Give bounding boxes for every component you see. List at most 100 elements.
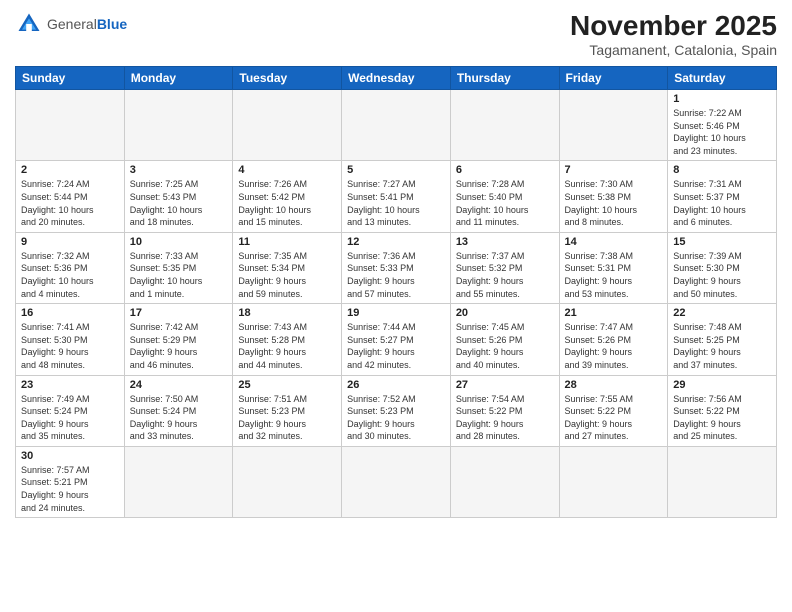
weekday-header-row: Sunday Monday Tuesday Wednesday Thursday… (16, 67, 777, 90)
calendar-cell (16, 90, 125, 161)
day-number: 27 (456, 379, 554, 391)
calendar-cell (450, 446, 559, 517)
calendar-cell: 9Sunrise: 7:32 AM Sunset: 5:36 PM Daylig… (16, 232, 125, 303)
day-info: Sunrise: 7:32 AM Sunset: 5:36 PM Dayligh… (21, 250, 119, 300)
calendar-cell (342, 446, 451, 517)
calendar-week-row: 1 Sunrise: 7:22 AM Sunset: 5:46 PM Daylig… (16, 90, 777, 161)
day-info: Sunrise: 7:48 AM Sunset: 5:25 PM Dayligh… (673, 321, 771, 371)
day-info: Sunrise: 7:35 AM Sunset: 5:34 PM Dayligh… (238, 250, 336, 300)
calendar-cell: 7 Sunrise: 7:30 AM Sunset: 5:38 PM Daylig… (559, 161, 668, 232)
day-info: Sunrise: 7:37 AM Sunset: 5:32 PM Dayligh… (456, 250, 554, 300)
logo-blue-text: Blue (97, 16, 127, 32)
header-tuesday: Tuesday (233, 67, 342, 90)
day-info: Sunrise: 7:22 AM Sunset: 5:46 PM Dayligh… (673, 107, 771, 157)
page: GeneralBlue November 2025 Tagamanent, Ca… (0, 0, 792, 612)
day-info: Sunrise: 7:44 AM Sunset: 5:27 PM Dayligh… (347, 321, 445, 371)
day-number: 7 (565, 164, 663, 176)
day-info: Sunrise: 7:30 AM Sunset: 5:38 PM Dayligh… (565, 178, 663, 228)
day-info: Sunrise: 7:54 AM Sunset: 5:22 PM Dayligh… (456, 393, 554, 443)
logo-general: GeneralBlue (47, 16, 127, 33)
day-number: 4 (238, 164, 336, 176)
day-info: Sunrise: 7:28 AM Sunset: 5:40 PM Dayligh… (456, 178, 554, 228)
calendar-week-row: 23 Sunrise: 7:49 AM Sunset: 5:24 PM Dayli… (16, 375, 777, 446)
calendar-cell (342, 90, 451, 161)
day-number: 10 (130, 236, 228, 248)
day-info: Sunrise: 7:42 AM Sunset: 5:29 PM Dayligh… (130, 321, 228, 371)
day-info: Sunrise: 7:31 AM Sunset: 5:37 PM Dayligh… (673, 178, 771, 228)
calendar-cell (124, 446, 233, 517)
calendar-cell (450, 90, 559, 161)
calendar-cell (559, 446, 668, 517)
day-info: Sunrise: 7:52 AM Sunset: 5:23 PM Dayligh… (347, 393, 445, 443)
calendar-cell: 26Sunrise: 7:52 AM Sunset: 5:23 PM Dayli… (342, 375, 451, 446)
day-info: Sunrise: 7:24 AM Sunset: 5:44 PM Dayligh… (21, 178, 119, 228)
calendar-cell: 15 Sunrise: 7:39 AM Sunset: 5:30 PM Dayli… (668, 232, 777, 303)
calendar-cell: 28Sunrise: 7:55 AM Sunset: 5:22 PM Dayli… (559, 375, 668, 446)
header-friday: Friday (559, 67, 668, 90)
month-title: November 2025 (570, 10, 777, 42)
calendar-cell: 19 Sunrise: 7:44 AM Sunset: 5:27 PM Dayli… (342, 304, 451, 375)
header-sunday: Sunday (16, 67, 125, 90)
calendar-cell (559, 90, 668, 161)
day-info: Sunrise: 7:41 AM Sunset: 5:30 PM Dayligh… (21, 321, 119, 371)
calendar-cell: 4 Sunrise: 7:26 AM Sunset: 5:42 PM Daylig… (233, 161, 342, 232)
day-number: 8 (673, 164, 771, 176)
logo-icon (15, 10, 43, 38)
calendar-cell: 25 Sunrise: 7:51 AM Sunset: 5:23 PM Dayli… (233, 375, 342, 446)
day-number: 21 (565, 307, 663, 319)
header-wednesday: Wednesday (342, 67, 451, 90)
day-info: Sunrise: 7:51 AM Sunset: 5:23 PM Dayligh… (238, 393, 336, 443)
calendar-table: Sunday Monday Tuesday Wednesday Thursday… (15, 66, 777, 518)
day-number: 13 (456, 236, 554, 248)
logo: GeneralBlue (15, 10, 127, 38)
day-info: Sunrise: 7:38 AM Sunset: 5:31 PM Dayligh… (565, 250, 663, 300)
calendar-cell: 6Sunrise: 7:28 AM Sunset: 5:40 PM Daylig… (450, 161, 559, 232)
day-info: Sunrise: 7:36 AM Sunset: 5:33 PM Dayligh… (347, 250, 445, 300)
day-number: 25 (238, 379, 336, 391)
day-number: 3 (130, 164, 228, 176)
calendar-week-row: 9Sunrise: 7:32 AM Sunset: 5:36 PM Daylig… (16, 232, 777, 303)
calendar-week-row: 16 Sunrise: 7:41 AM Sunset: 5:30 PM Dayli… (16, 304, 777, 375)
day-number: 29 (673, 379, 771, 391)
day-number: 1 (673, 93, 771, 105)
calendar-cell: 30Sunrise: 7:57 AM Sunset: 5:21 PM Dayli… (16, 446, 125, 517)
calendar-cell: 13 Sunrise: 7:37 AM Sunset: 5:32 PM Dayli… (450, 232, 559, 303)
calendar-cell: 27 Sunrise: 7:54 AM Sunset: 5:22 PM Dayli… (450, 375, 559, 446)
calendar-week-row: 30Sunrise: 7:57 AM Sunset: 5:21 PM Dayli… (16, 446, 777, 517)
day-info: Sunrise: 7:45 AM Sunset: 5:26 PM Dayligh… (456, 321, 554, 371)
day-info: Sunrise: 7:27 AM Sunset: 5:41 PM Dayligh… (347, 178, 445, 228)
day-number: 24 (130, 379, 228, 391)
day-number: 11 (238, 236, 336, 248)
day-number: 16 (21, 307, 119, 319)
day-info: Sunrise: 7:55 AM Sunset: 5:22 PM Dayligh… (565, 393, 663, 443)
day-number: 18 (238, 307, 336, 319)
day-number: 19 (347, 307, 445, 319)
calendar-cell: 11 Sunrise: 7:35 AM Sunset: 5:34 PM Dayli… (233, 232, 342, 303)
day-number: 5 (347, 164, 445, 176)
calendar-cell: 2Sunrise: 7:24 AM Sunset: 5:44 PM Daylig… (16, 161, 125, 232)
calendar-cell: 18 Sunrise: 7:43 AM Sunset: 5:28 PM Dayli… (233, 304, 342, 375)
day-info: Sunrise: 7:57 AM Sunset: 5:21 PM Dayligh… (21, 464, 119, 514)
day-number: 23 (21, 379, 119, 391)
calendar-cell: 1 Sunrise: 7:22 AM Sunset: 5:46 PM Daylig… (668, 90, 777, 161)
calendar-cell: 5 Sunrise: 7:27 AM Sunset: 5:41 PM Daylig… (342, 161, 451, 232)
day-number: 20 (456, 307, 554, 319)
header-monday: Monday (124, 67, 233, 90)
day-info: Sunrise: 7:43 AM Sunset: 5:28 PM Dayligh… (238, 321, 336, 371)
day-info: Sunrise: 7:39 AM Sunset: 5:30 PM Dayligh… (673, 250, 771, 300)
calendar-cell: 23 Sunrise: 7:49 AM Sunset: 5:24 PM Dayli… (16, 375, 125, 446)
day-info: Sunrise: 7:25 AM Sunset: 5:43 PM Dayligh… (130, 178, 228, 228)
calendar-cell: 29Sunrise: 7:56 AM Sunset: 5:22 PM Dayli… (668, 375, 777, 446)
day-info: Sunrise: 7:26 AM Sunset: 5:42 PM Dayligh… (238, 178, 336, 228)
calendar-cell: 21Sunrise: 7:47 AM Sunset: 5:26 PM Dayli… (559, 304, 668, 375)
day-info: Sunrise: 7:49 AM Sunset: 5:24 PM Dayligh… (21, 393, 119, 443)
calendar-cell (233, 446, 342, 517)
day-number: 22 (673, 307, 771, 319)
title-block: November 2025 Tagamanent, Catalonia, Spa… (570, 10, 777, 58)
day-number: 15 (673, 236, 771, 248)
calendar-cell (124, 90, 233, 161)
day-info: Sunrise: 7:33 AM Sunset: 5:35 PM Dayligh… (130, 250, 228, 300)
day-number: 12 (347, 236, 445, 248)
calendar-cell (233, 90, 342, 161)
header: GeneralBlue November 2025 Tagamanent, Ca… (15, 10, 777, 58)
